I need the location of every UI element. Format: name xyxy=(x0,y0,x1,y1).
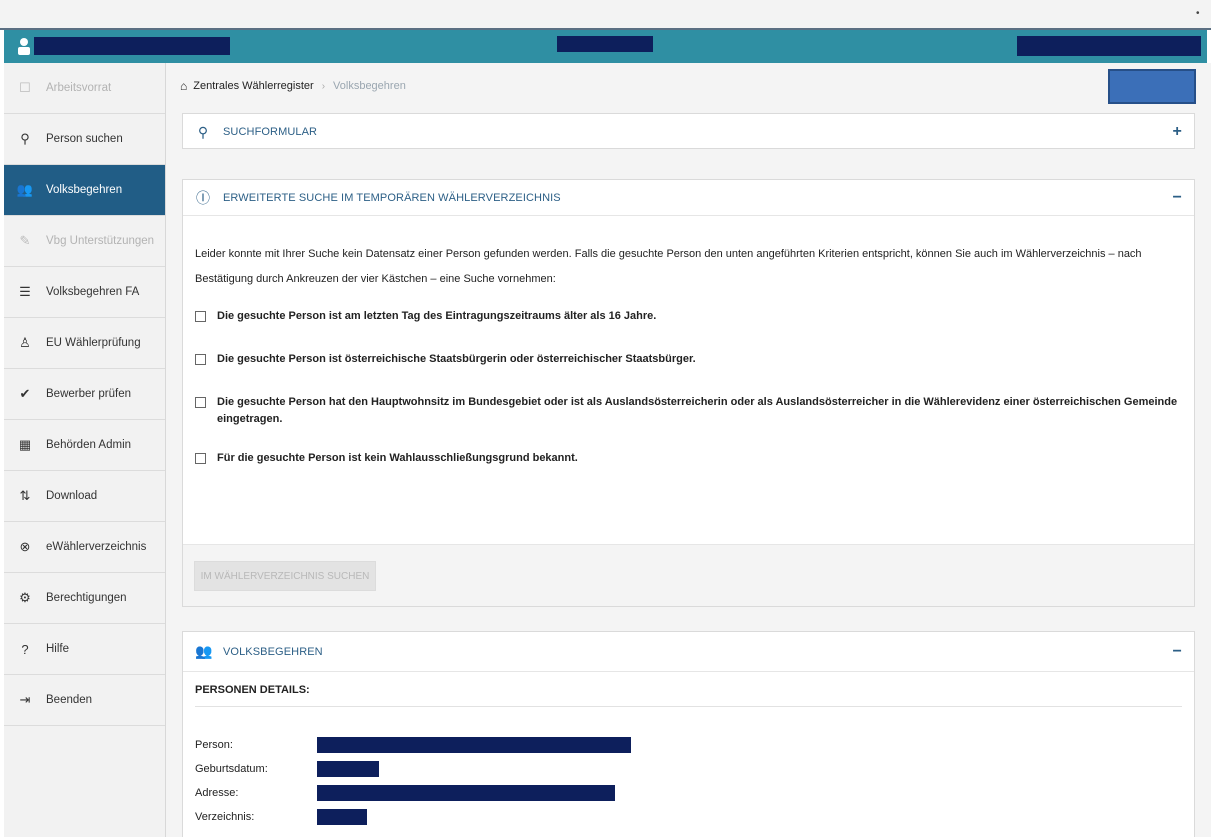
main-content: ⌂ Zentrales Wählerregister › Volksbegehr… xyxy=(166,63,1211,837)
info-icon: ⓘ xyxy=(195,189,211,206)
search-icon: ⚲ xyxy=(20,131,30,146)
label-directory: Verzeichnis: xyxy=(195,811,255,823)
collapse-toggle[interactable]: − xyxy=(1173,643,1182,661)
redacted-action-button[interactable] xyxy=(1108,69,1196,104)
sidebar-item-arbeitsvorrat: ☐ Arbeitsvorrat xyxy=(4,63,165,114)
sidebar-item-person-suchen[interactable]: ⚲ Person suchen xyxy=(4,114,165,165)
detail-row-address: Adresse: xyxy=(183,781,1194,805)
petition-icon: 👥 xyxy=(195,643,213,659)
window-control: • xyxy=(1196,8,1200,19)
person-icon: ♙ xyxy=(19,335,31,350)
sidebar-item-volksbegehren[interactable]: 👥 Volksbegehren xyxy=(4,165,165,216)
redacted-directory-value xyxy=(317,809,367,825)
help-icon: ? xyxy=(21,641,29,657)
sidebar-item-label: Bewerber prüfen xyxy=(46,388,132,400)
extended-search-header[interactable]: ⓘ ERWEITERTE SUCHE IM TEMPORÄREN WÄHLERV… xyxy=(183,180,1194,216)
sidebar-item-beenden[interactable]: ⇥ Beenden xyxy=(4,675,165,726)
gear-icon: ⚙ xyxy=(19,590,31,605)
checkbox[interactable] xyxy=(195,453,206,464)
breadcrumb-current: Volksbegehren xyxy=(333,80,406,92)
checkbox[interactable] xyxy=(195,354,206,365)
sidebar-item-label: EU Wählerprüfung xyxy=(46,337,141,349)
sidebar-item-hilfe[interactable]: ? Hilfe xyxy=(4,624,165,675)
breadcrumb: ⌂ Zentrales Wählerregister › Volksbegehr… xyxy=(180,79,406,93)
sidebar-item-ewählerverzeichnis[interactable]: ⊗ eWählerverzeichnis xyxy=(4,522,165,573)
sidebar-item-berechtigungen[interactable]: ⚙ Berechtigungen xyxy=(4,573,165,624)
window-top-strip: • xyxy=(0,0,1211,30)
inbox-icon: ☐ xyxy=(19,80,31,95)
sidebar-item-volksbegehren-fa[interactable]: ☰ Volksbegehren FA xyxy=(4,267,165,318)
sidebar-item-label: Download xyxy=(46,490,98,502)
sidebar-item-label: Person suchen xyxy=(46,133,123,145)
detail-row-birthdate: Geburtsdatum: xyxy=(183,757,1194,781)
list-icon: ☰ xyxy=(19,284,31,299)
breadcrumb-home-link[interactable]: Zentrales Wählerregister xyxy=(193,80,313,92)
panel-footer: IM WÄHLERVERZEICHNIS SUCHEN xyxy=(183,544,1194,606)
search-voter-directory-button[interactable]: IM WÄHLERVERZEICHNIS SUCHEN xyxy=(194,561,376,591)
user-icon xyxy=(18,38,30,55)
checkbox-label: Die gesuchte Person ist am letzten Tag d… xyxy=(217,310,657,322)
download-icon: ⇅ xyxy=(19,488,31,503)
cancel-circle-icon: ⊗ xyxy=(19,539,31,554)
sidebar-item-bewerber-prüfen[interactable]: ✔ Bewerber prüfen xyxy=(4,369,165,420)
label-address: Adresse: xyxy=(195,787,239,799)
criteria-checkbox-row[interactable]: Für die gesuchte Person ist kein Wahlaus… xyxy=(183,450,1194,467)
sidebar-item-label: Behörden Admin xyxy=(46,439,132,451)
checkbox-label: Die gesuchte Person ist österreichische … xyxy=(217,353,696,365)
redacted-address-value xyxy=(317,785,615,801)
search-icon: ⚲ xyxy=(197,123,209,140)
sidebar-item-label: eWählerverzeichnis xyxy=(46,541,147,553)
checkbox[interactable] xyxy=(195,397,206,408)
section-title: PERSONEN DETAILS: xyxy=(195,684,310,696)
checkbox-label: Die gesuchte Person hat den Hauptwohnsit… xyxy=(217,396,1178,425)
sidebar-item-behörden-admin[interactable]: ▦ Behörden Admin xyxy=(4,420,165,471)
search-form-title: SUCHFORMULAR xyxy=(223,126,318,138)
check-circle-icon: ✔ xyxy=(19,386,31,401)
criteria-checkbox-row[interactable]: Die gesuchte Person ist österreichische … xyxy=(183,351,1194,368)
checkbox[interactable] xyxy=(195,311,206,322)
pencil-icon: ✎ xyxy=(19,233,31,248)
chevron-right-icon: › xyxy=(321,80,326,92)
checkbox-label: Für die gesuchte Person ist kein Wahlaus… xyxy=(217,452,578,464)
exit-icon: ⇥ xyxy=(19,692,31,707)
volksbegehren-panel: 👥 VOLKSBEGEHREN − PERSONEN DETAILS: Pers… xyxy=(182,631,1195,837)
sidebar-item-label: Beenden xyxy=(46,694,93,706)
sidebar-item-download[interactable]: ⇅ Download xyxy=(4,471,165,522)
extended-search-panel: ⓘ ERWEITERTE SUCHE IM TEMPORÄREN WÄHLERV… xyxy=(182,179,1195,607)
building-icon: ▦ xyxy=(18,437,32,452)
sidebar-item-label: Vbg Unterstützungen xyxy=(46,235,155,247)
search-form-panel: ⚲ SUCHFORMULAR + xyxy=(182,113,1195,149)
redacted-role xyxy=(557,36,653,52)
extended-search-title: ERWEITERTE SUCHE IM TEMPORÄREN WÄHLERVER… xyxy=(223,191,561,204)
sidebar-item-vbg-unterstützungen: ✎ Vbg Unterstützungen xyxy=(4,216,165,267)
label-person: Person: xyxy=(195,739,233,751)
redacted-organization xyxy=(1017,36,1201,56)
volksbegehren-title: VOLKSBEGEHREN xyxy=(223,645,323,658)
top-bar xyxy=(4,30,1207,63)
sidebar-item-label: Hilfe xyxy=(46,643,70,655)
detail-row-person: Person: xyxy=(183,733,1194,757)
collapse-toggle[interactable]: − xyxy=(1173,189,1182,207)
sidebar-item-label: Arbeitsvorrat xyxy=(46,82,112,94)
redacted-username xyxy=(34,37,230,55)
petition-icon: 👥 xyxy=(16,182,34,197)
expand-toggle[interactable]: + xyxy=(1173,123,1182,141)
volksbegehren-header[interactable]: 👥 VOLKSBEGEHREN − xyxy=(183,632,1194,672)
redacted-person-value xyxy=(317,737,631,753)
sidebar-item-label: Volksbegehren xyxy=(46,184,123,196)
criteria-checkbox-row[interactable]: Die gesuchte Person hat den Hauptwohnsit… xyxy=(183,394,1194,428)
redacted-birthdate-value xyxy=(317,761,379,777)
sidebar-nav: ☐ Arbeitsvorrat ⚲ Person suchen 👥 Volksbegehr… xyxy=(4,63,166,837)
criteria-checkbox-row[interactable]: Die gesuchte Person ist am letzten Tag d… xyxy=(183,308,1194,325)
sidebar-item-label: Volksbegehren FA xyxy=(46,286,140,298)
info-text: Leider konnte mit Ihrer Suche kein Daten… xyxy=(195,248,1142,285)
sidebar-item-label: Berechtigungen xyxy=(46,592,127,604)
label-birthdate: Geburtsdatum: xyxy=(195,763,268,775)
detail-row-directory: Verzeichnis: xyxy=(183,805,1194,829)
search-form-header[interactable]: ⚲ SUCHFORMULAR + xyxy=(183,114,1194,150)
home-icon[interactable]: ⌂ xyxy=(180,79,187,93)
sidebar-item-eu-wählerprüfung[interactable]: ♙ EU Wählerprüfung xyxy=(4,318,165,369)
